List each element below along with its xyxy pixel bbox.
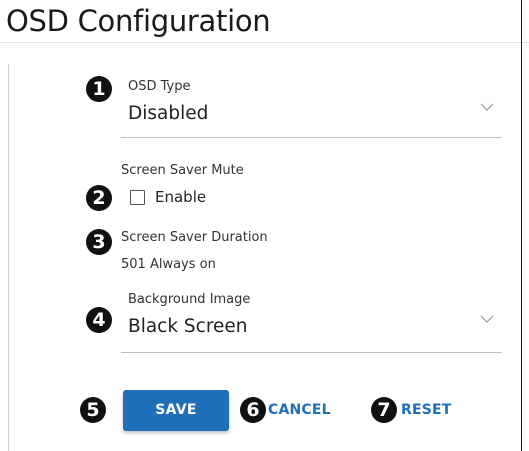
- chevron-down-icon: [480, 315, 494, 323]
- background-image-select[interactable]: Black Screen: [121, 310, 502, 353]
- step-badge-5: 5: [80, 397, 106, 423]
- checkbox-box[interactable]: [130, 190, 145, 205]
- osd-type-select[interactable]: Disabled: [121, 98, 502, 138]
- osd-type-underline: [121, 137, 502, 138]
- step-badge-6: 6: [240, 397, 266, 423]
- title-divider: [0, 42, 529, 43]
- screen-saver-duration-label: Screen Saver Duration: [121, 230, 268, 245]
- chevron-down-icon: [480, 103, 494, 111]
- step-badge-4: 4: [86, 307, 112, 333]
- background-image-label: Background Image: [128, 292, 251, 307]
- screen-saver-duration-value: 501 Always on: [121, 257, 216, 272]
- save-button[interactable]: SAVE: [123, 390, 229, 431]
- panel-right-border: [521, 0, 522, 451]
- background-image-underline: [121, 352, 502, 353]
- step-badge-2: 2: [86, 185, 112, 211]
- step-badge-7: 7: [371, 397, 397, 423]
- screen-saver-mute-checkbox[interactable]: Enable: [128, 187, 223, 209]
- reset-button[interactable]: RESET: [401, 402, 452, 418]
- page-title: OSD Configuration: [6, 4, 271, 38]
- step-badge-3: 3: [86, 229, 112, 255]
- checkbox-label: Enable: [155, 188, 207, 206]
- screen-saver-mute-label: Screen Saver Mute: [121, 163, 244, 178]
- osd-type-value: Disabled: [128, 103, 209, 124]
- osd-type-label: OSD Type: [128, 79, 191, 94]
- cancel-button[interactable]: CANCEL: [268, 402, 331, 418]
- step-badge-1: 1: [86, 76, 112, 102]
- background-image-value: Black Screen: [128, 316, 248, 337]
- panel-left-border: [8, 64, 9, 451]
